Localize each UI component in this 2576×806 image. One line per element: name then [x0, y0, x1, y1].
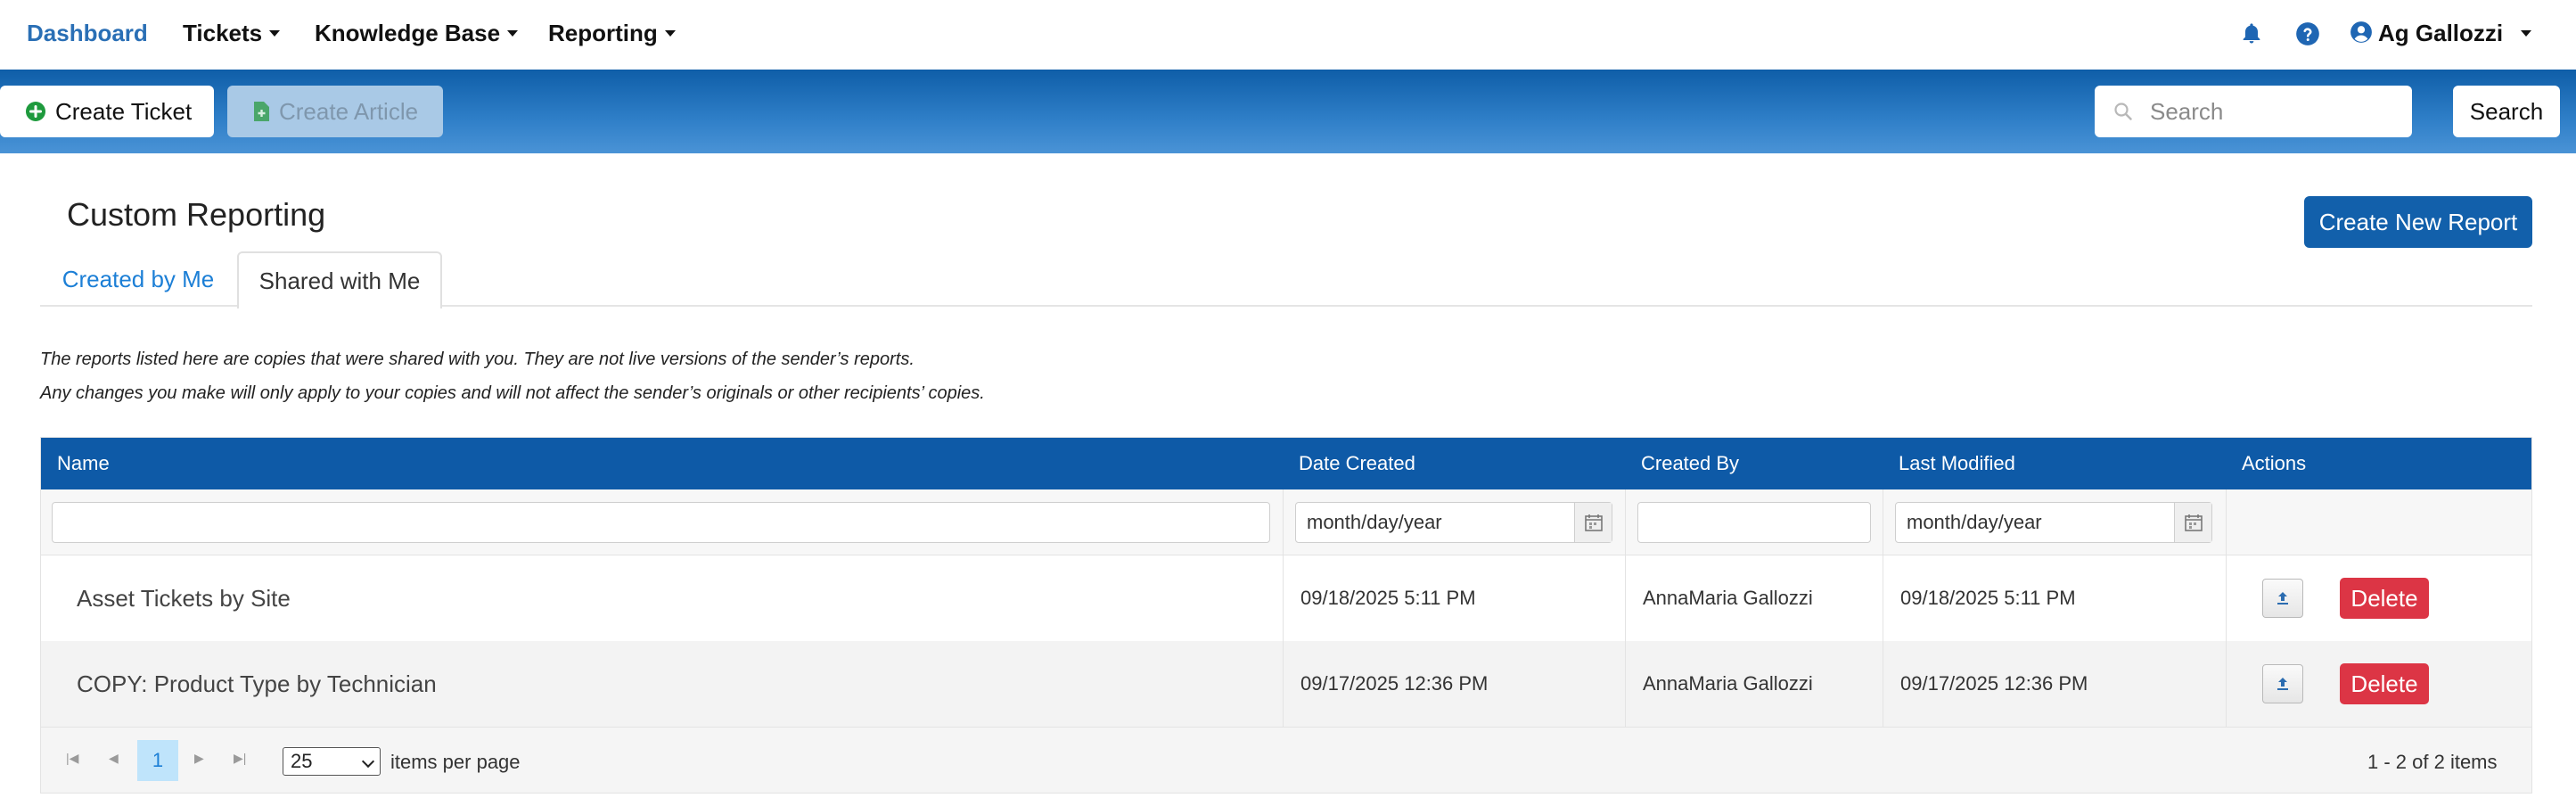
calendar-icon: [1584, 514, 1603, 531]
search-icon: [2114, 103, 2132, 120]
export-button[interactable]: [2262, 579, 2303, 618]
search-field[interactable]: [2095, 86, 2412, 137]
calendar-icon: [2184, 514, 2203, 531]
column-header-name[interactable]: Name: [41, 438, 110, 489]
help-icon[interactable]: [2295, 21, 2320, 46]
search-button-label: Search: [2469, 97, 2544, 125]
last-modified-cell: 09/17/2025 12:36 PM: [1900, 672, 2088, 695]
create-article-label: Create Article: [279, 97, 419, 125]
delete-button[interactable]: Delete: [2340, 663, 2429, 704]
user-menu[interactable]: Ag Gallozzi: [2350, 20, 2532, 47]
page-number-current[interactable]: 1: [137, 740, 178, 781]
create-ticket-label: Create Ticket: [55, 97, 193, 125]
page-title: Custom Reporting: [67, 196, 326, 233]
upload-icon: [2277, 592, 2288, 604]
chevron-down-icon: [361, 754, 375, 769]
date-created-cell: 09/17/2025 12:36 PM: [1300, 672, 1489, 695]
top-nav: Dashboard Tickets Knowledge Base Reporti…: [0, 0, 2576, 70]
chevron-down-icon: [664, 29, 676, 37]
tab-shared-with-me[interactable]: Shared with Me: [237, 251, 442, 308]
column-header-last-modified[interactable]: Last Modified: [1883, 438, 2015, 489]
nav-reporting[interactable]: Reporting: [548, 20, 676, 47]
nav-tickets-label: Tickets: [183, 20, 263, 46]
name-filter-input[interactable]: [52, 502, 1270, 543]
create-article-button[interactable]: Create Article: [227, 86, 443, 137]
pager: |◀ ◀ 1 ▶ ▶| 25 items per page 1 - 2 of 2…: [41, 727, 2531, 793]
chevron-down-icon: [507, 29, 519, 37]
nav-knowledge-base-label: Knowledge Base: [315, 20, 501, 46]
upload-icon: [2277, 678, 2288, 690]
document-plus-icon: [254, 102, 269, 121]
last-modified-cell: 09/18/2025 5:11 PM: [1900, 587, 2076, 609]
report-name[interactable]: COPY: Product Type by Technician: [41, 641, 437, 727]
grid-header: Name Date Created Created By Last Modifi…: [41, 438, 2531, 489]
table-row[interactable]: COPY: Product Type by Technician 09/17/2…: [41, 641, 2531, 727]
plus-circle-icon: [26, 102, 45, 121]
page-size-value: 25: [291, 750, 313, 772]
user-circle-icon: [2350, 21, 2372, 44]
nav-dashboard[interactable]: Dashboard: [27, 20, 148, 47]
page-size-select[interactable]: 25: [283, 747, 381, 776]
search-button[interactable]: Search: [2453, 86, 2560, 137]
created-by-filter-input[interactable]: [1637, 502, 1871, 543]
table-row[interactable]: Asset Tickets by Site 09/18/2025 5:11 PM…: [41, 555, 2531, 641]
date-created-cell: 09/18/2025 5:11 PM: [1300, 587, 1476, 609]
calendar-button[interactable]: [2174, 503, 2211, 542]
create-new-report-button[interactable]: Create New Report: [2304, 196, 2532, 248]
column-header-date-created[interactable]: Date Created: [1283, 438, 1415, 489]
created-by-cell: AnnaMaria Gallozzi: [1643, 587, 1813, 609]
chevron-down-icon: [2521, 29, 2532, 37]
last-modified-filter[interactable]: month/day/year: [1895, 502, 2212, 543]
calendar-button[interactable]: [1574, 503, 1612, 542]
chevron-down-icon: [269, 29, 281, 37]
date-created-filter-value: month/day/year: [1307, 511, 1442, 533]
create-ticket-button[interactable]: Create Ticket: [0, 86, 214, 137]
next-page-icon[interactable]: ▶: [194, 751, 204, 766]
search-input[interactable]: [2150, 97, 2382, 126]
column-divider: [1625, 489, 1626, 743]
report-name[interactable]: Asset Tickets by Site: [41, 555, 291, 641]
nav-tickets[interactable]: Tickets: [183, 20, 281, 47]
first-page-icon[interactable]: |◀: [66, 751, 78, 766]
reports-grid: Name Date Created Created By Last Modifi…: [40, 437, 2532, 794]
column-header-actions: Actions: [2242, 452, 2307, 474]
tab-created-by-me[interactable]: Created by Me: [40, 251, 236, 307]
bell-icon[interactable]: [2239, 21, 2264, 46]
export-button[interactable]: [2262, 664, 2303, 703]
items-per-page-label: items per page: [390, 751, 521, 773]
info-note-line-1: The reports listed here are copies that …: [40, 350, 915, 369]
created-by-cell: AnnaMaria Gallozzi: [1643, 672, 1813, 695]
last-page-icon[interactable]: ▶|: [234, 751, 246, 766]
date-created-filter[interactable]: month/day/year: [1295, 502, 1612, 543]
column-divider: [2226, 489, 2227, 743]
filter-row: month/day/year month/day/year: [41, 489, 2531, 555]
last-modified-filter-value: month/day/year: [1907, 511, 2042, 533]
user-name: Ag Gallozzi: [2378, 20, 2504, 46]
prev-page-icon[interactable]: ◀: [109, 751, 119, 766]
nav-reporting-label: Reporting: [548, 20, 658, 46]
pager-summary: 1 - 2 of 2 items: [2367, 751, 2498, 773]
delete-button[interactable]: Delete: [2340, 578, 2429, 619]
action-toolbar: Create Ticket Create Article Search: [0, 70, 2576, 153]
nav-knowledge-base[interactable]: Knowledge Base: [315, 20, 519, 47]
info-note-line-2: Any changes you make will only apply to …: [40, 383, 985, 403]
column-divider: [1283, 489, 1284, 743]
column-header-created-by[interactable]: Created By: [1625, 438, 1739, 489]
